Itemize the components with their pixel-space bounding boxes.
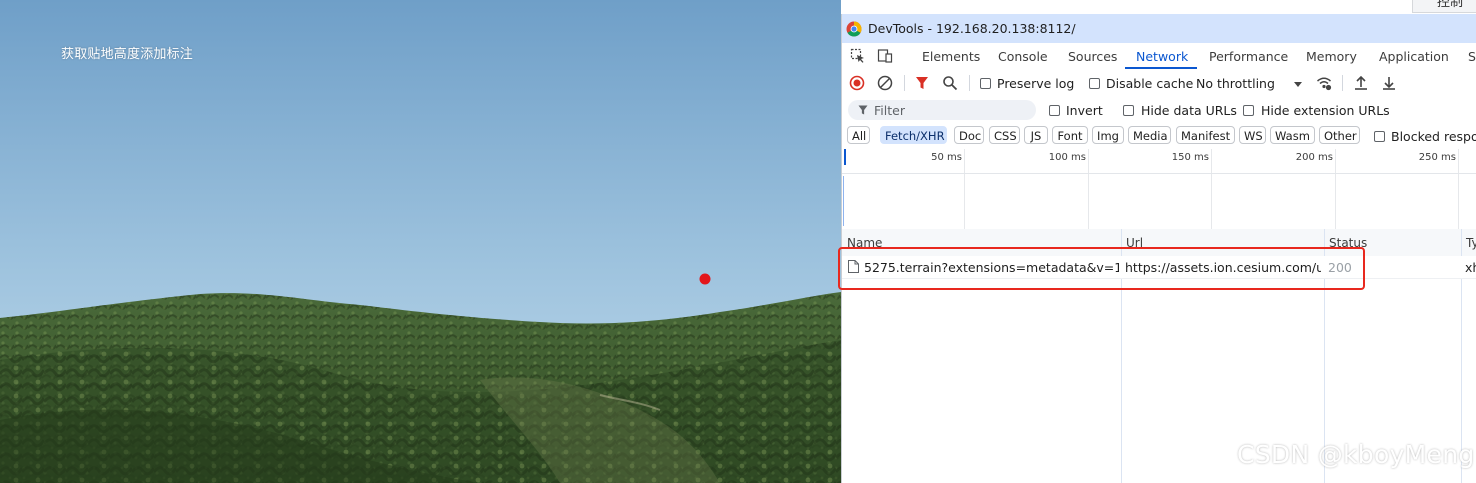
watermark-text: CSDN @kboyMeng [1237,440,1475,469]
filter-box[interactable] [848,100,1036,120]
type-filter-wasm[interactable]: Wasm [1270,126,1315,144]
type-filter-fetch-xhr[interactable]: Fetch/XHR [880,126,947,144]
resource-type-filter-bar: All Fetch/XHR Doc CSS JS Font Img Media … [842,123,1476,150]
timeline-tick-label: 250 ms [1418,152,1456,163]
type-filter-ws[interactable]: WS [1239,126,1266,144]
terrain-marker-point[interactable] [699,273,711,285]
requests-table-header: Name Url Status Ty [842,229,1476,257]
filter-funnel-icon[interactable] [914,75,930,91]
tab-elements[interactable]: Elements [922,49,980,64]
devtools-tabbar: Elements Console Sources Network Perform… [842,43,1476,71]
hide-extension-urls-checkbox[interactable] [1243,105,1254,116]
column-header-name[interactable]: Name [847,236,882,250]
hide-data-urls-checkbox[interactable] [1123,105,1134,116]
devtools-titlebar[interactable]: DevTools - 192.168.20.138:8112/ [842,14,1476,43]
type-filter-font[interactable]: Font [1052,126,1088,144]
timeline-tick-label: 150 ms [1171,152,1209,163]
export-har-icon[interactable] [1381,75,1397,91]
blocked-responses-label: Blocked respor [1391,129,1476,144]
tab-network[interactable]: Network [1136,49,1188,64]
cesium-viewer[interactable]: 获取贴地高度添加标注 [0,0,841,483]
type-filter-img[interactable]: Img [1092,126,1124,144]
tab-security[interactable]: Se [1468,49,1476,64]
throttling-select[interactable]: No throttling [1196,76,1275,91]
timeline-cursor[interactable] [844,149,846,165]
inspect-element-icon[interactable] [850,48,866,64]
clear-icon[interactable] [877,75,893,91]
tab-application[interactable]: Application [1379,49,1449,64]
tab-console[interactable]: Console [998,49,1048,64]
column-header-status[interactable]: Status [1329,236,1367,250]
timeline-gridline [1335,149,1336,229]
chevron-down-icon[interactable] [1290,76,1306,92]
stop-recording-icon[interactable] [849,75,865,91]
type-filter-all[interactable]: All [847,126,870,144]
timeline-ruler [842,173,1476,174]
type-filter-doc[interactable]: Doc [954,126,984,144]
timeline-tick-label: 50 ms [931,152,962,163]
chrome-logo-icon [846,21,862,37]
disable-cache-checkbox[interactable] [1089,78,1100,89]
request-status: 200 [1328,260,1352,275]
timeline-gridline [964,149,965,229]
devtools-window: DevTools - 192.168.20.138:8112/ Elements… [841,14,1476,483]
tab-performance[interactable]: Performance [1209,49,1288,64]
filter-bar: Invert Hide data URLs Hide extension URL… [842,97,1476,123]
timeline-gridline [1088,149,1089,229]
timeline-cursor-line [843,176,844,226]
tab-memory[interactable]: Memory [1306,49,1357,64]
hide-data-urls-label: Hide data URLs [1141,103,1237,118]
timeline-tick-label: 200 ms [1295,152,1333,163]
table-row[interactable]: 5275.terrain?extensions=metadata&v=1.2.0… [842,256,1476,279]
type-filter-other[interactable]: Other [1319,126,1360,144]
filter-funnel-icon [858,105,868,115]
type-filter-css[interactable]: CSS [989,126,1020,144]
timeline-tick-label: 100 ms [1048,152,1086,163]
devtools-title: DevTools - 192.168.20.138:8112/ [868,21,1076,36]
network-conditions-icon[interactable] [1316,75,1332,91]
invert-checkbox[interactable] [1049,105,1060,116]
type-filter-manifest[interactable]: Manifest [1176,126,1235,144]
timeline-gridline [1458,149,1459,229]
hide-extension-urls-label: Hide extension URLs [1261,103,1390,118]
toolbar-divider [1342,75,1343,91]
toolbar-divider [969,75,970,91]
blocked-responses-checkbox[interactable] [1374,131,1385,142]
invert-label: Invert [1066,103,1103,118]
request-name: 5275.terrain?extensions=metadata&v=1.2.0 [864,260,1119,275]
type-filter-media[interactable]: Media [1128,126,1171,144]
tab-sources[interactable]: Sources [1068,49,1117,64]
terrain-scene [0,0,841,483]
search-icon[interactable] [942,75,958,91]
import-har-icon[interactable] [1353,75,1369,91]
column-header-type[interactable]: Ty [1466,236,1476,250]
document-file-icon [848,260,859,273]
request-type: xh [1465,260,1476,275]
timeline-gridline [1211,149,1212,229]
network-toolbar: Preserve log Disable cache No throttling [842,70,1476,98]
column-header-url[interactable]: Url [1126,236,1143,250]
preserve-log-label: Preserve log [997,76,1075,91]
active-tab-indicator [1125,67,1197,69]
page-control-tab-label: 控制 [1437,0,1464,10]
filter-input[interactable] [874,102,1024,118]
request-url: https://assets.ion.cesium.com/u... [1125,260,1321,275]
toolbar-divider [904,75,905,91]
type-filter-js[interactable]: JS [1024,126,1048,144]
page-control-tab[interactable]: 控制 [1412,0,1476,13]
network-overview-timeline[interactable]: 50 ms 100 ms 150 ms 200 ms 250 ms [842,149,1476,230]
disable-cache-label: Disable cache [1106,76,1194,91]
scene-title-label: 获取贴地高度添加标注 [61,47,194,62]
preserve-log-checkbox[interactable] [980,78,991,89]
device-toolbar-icon[interactable] [877,48,893,64]
